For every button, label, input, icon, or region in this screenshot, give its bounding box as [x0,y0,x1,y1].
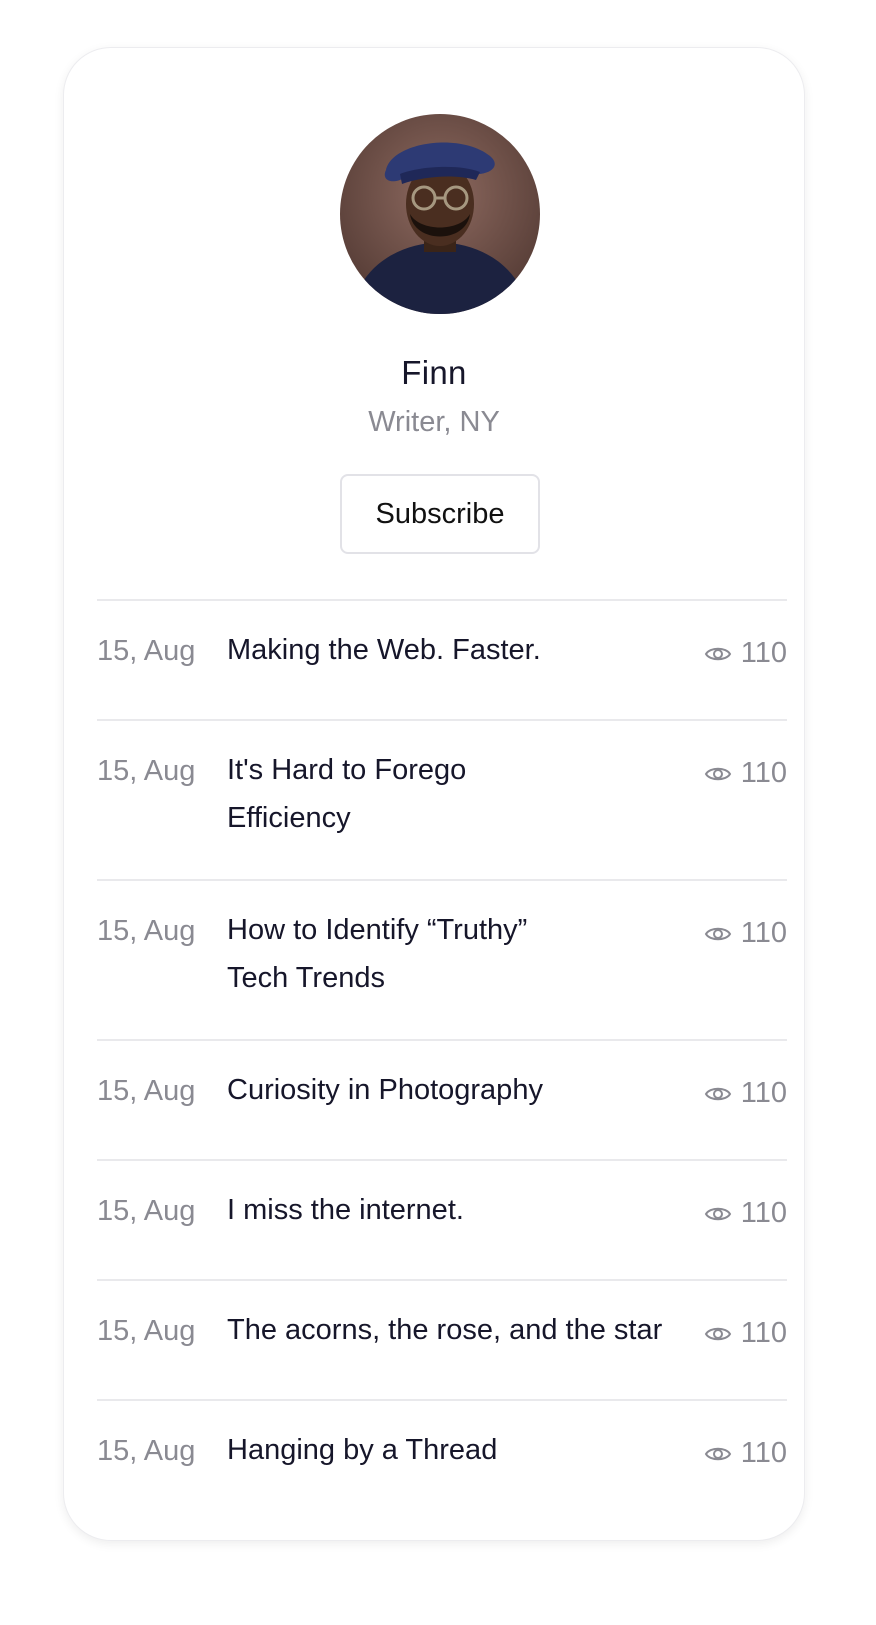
post-title-link[interactable]: Hanging by a Thread [227,1426,697,1474]
post-date: 15, Aug [97,915,196,947]
post-date: 15, Aug [97,1315,196,1347]
post-row: 15, Aug I miss the internet. 110 [97,1159,787,1279]
profile-role: Writer, NY [368,406,500,438]
post-title-link[interactable]: It's Hard to Forego Efficiency [227,746,557,842]
eye-icon [704,1327,731,1340]
post-date: 15, Aug [97,1075,196,1107]
post-views: 110 [704,637,787,670]
profile-name: Finn [401,354,467,391]
post-row: 15, Aug The acorns, the rose, and the st… [97,1279,787,1399]
subscribe-button[interactable]: Subscribe [340,474,540,554]
post-views: 110 [704,1437,787,1470]
eye-icon [704,767,731,780]
avatar [340,114,540,314]
post-date: 15, Aug [97,635,196,667]
eye-icon [704,1087,731,1100]
post-views: 110 [704,1317,787,1350]
view-count: 110 [740,1437,787,1469]
eye-icon [704,1447,731,1460]
post-row: 15, Aug How to Identify “Truthy” Tech Tr… [97,879,787,1039]
post-views: 110 [704,1197,787,1230]
view-count: 110 [740,1197,787,1229]
post-views: 110 [704,1077,787,1110]
post-views: 110 [704,917,787,950]
post-title-link[interactable]: The acorns, the rose, and the star [227,1306,697,1354]
view-count: 110 [740,1317,787,1349]
eye-icon [704,1207,731,1220]
profile-card: Finn Writer, NY Subscribe 15, Aug Making… [63,47,805,1541]
post-title-link[interactable]: Curiosity in Photography [227,1066,697,1114]
portrait-photo [340,114,540,314]
view-count: 110 [740,757,787,789]
post-date: 15, Aug [97,1195,196,1227]
post-views: 110 [704,757,787,790]
post-row: 15, Aug Curiosity in Photography 110 [97,1039,787,1159]
eye-icon [704,647,731,660]
post-date: 15, Aug [97,755,196,787]
view-count: 110 [740,917,787,949]
view-count: 110 [740,1077,787,1109]
view-count: 110 [740,637,787,669]
post-list: 15, Aug Making the Web. Faster. 110 15, … [97,599,787,1519]
post-title-link[interactable]: I miss the internet. [227,1186,697,1234]
post-title-link[interactable]: How to Identify “Truthy” Tech Trends [227,906,557,1002]
post-row: 15, Aug Making the Web. Faster. 110 [97,599,787,719]
post-date: 15, Aug [97,1435,196,1467]
post-row: 15, Aug Hanging by a Thread 110 [97,1399,787,1519]
eye-icon [704,927,731,940]
post-title-link[interactable]: Making the Web. Faster. [227,626,557,674]
post-row: 15, Aug It's Hard to Forego Efficiency 1… [97,719,787,879]
